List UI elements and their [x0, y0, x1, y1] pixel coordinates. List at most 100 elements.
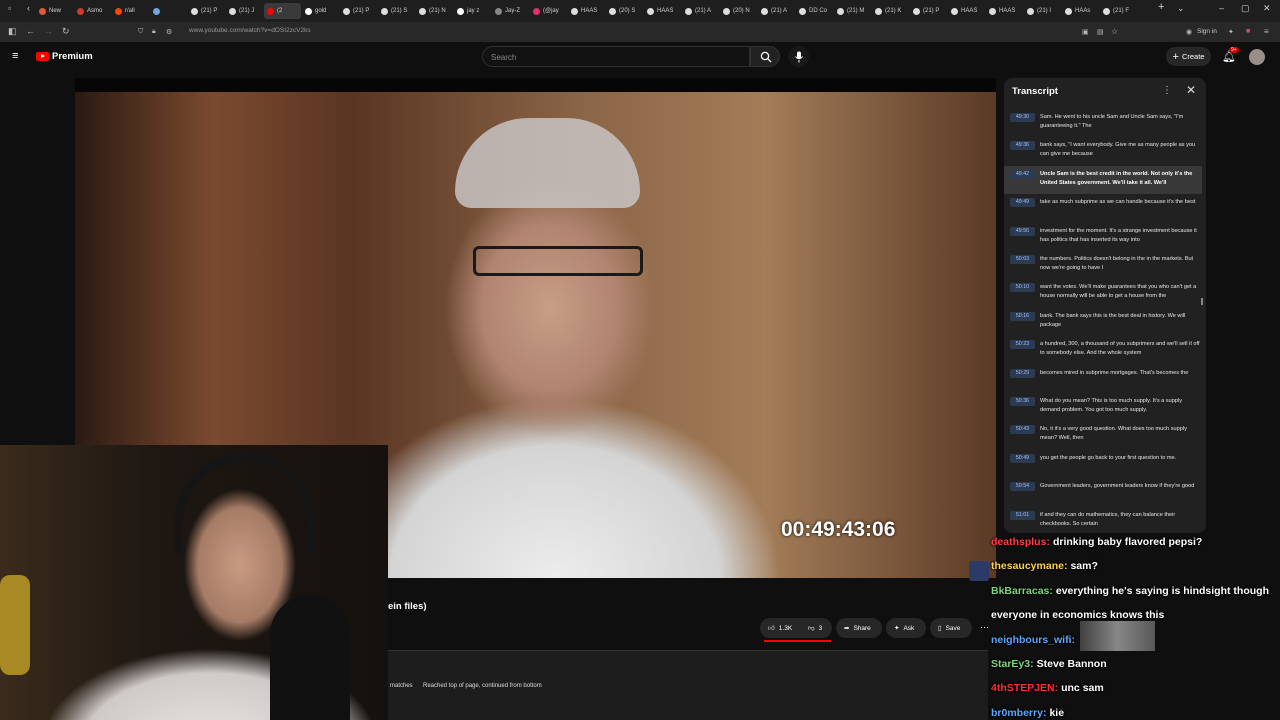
youtube-logo[interactable]: Premium [36, 51, 93, 62]
transcript-timestamp[interactable]: 50:49 [1010, 453, 1035, 463]
browser-tab[interactable]: DD Co [796, 3, 833, 19]
reload-icon[interactable]: ↻ [62, 26, 70, 37]
transcript-timestamp[interactable]: 49:42 [1010, 169, 1035, 179]
chat-username[interactable]: neighbours_wifi: [991, 634, 1075, 646]
transcript-timestamp[interactable]: 49:36 [1010, 141, 1035, 151]
transcript-segment[interactable]: 50:36 What do you mean? This is too much … [1004, 393, 1202, 421]
hamburger-menu-icon[interactable]: ≡ [12, 50, 18, 62]
sign-in-link[interactable]: Sign in [1197, 28, 1217, 35]
browser-tab[interactable]: (21) P [910, 3, 947, 19]
browser-tab[interactable]: (21) A [758, 3, 795, 19]
voice-search-button[interactable] [788, 46, 809, 67]
transcript-timestamp[interactable]: 50:54 [1010, 482, 1035, 492]
browser-tab[interactable]: HAAs [1062, 3, 1099, 19]
browser-tab[interactable]: New [36, 3, 73, 19]
transcript-segment[interactable]: 50:10 want the votes. We'll make guarante… [1004, 279, 1202, 307]
sidebar-toggle-icon[interactable]: ◧ [8, 26, 17, 37]
tab-back-icon[interactable]: ‹ [27, 3, 30, 13]
transcript-segment[interactable]: 49:56 investment for the moment. It's a s… [1004, 223, 1202, 251]
search-input[interactable]: Search [482, 46, 750, 67]
browser-tab[interactable]: (21) S [378, 3, 415, 19]
dislike-button[interactable]: 👎︎ 3 [800, 618, 832, 638]
browser-tab[interactable]: HAAS [644, 3, 681, 19]
reader-icon[interactable]: ▤ [1097, 28, 1104, 36]
transcript-timestamp[interactable]: 50:10 [1010, 283, 1035, 293]
transcript-timestamp[interactable]: 49:30 [1010, 113, 1035, 122]
transcript-timestamp[interactable]: 50:43 [1010, 425, 1035, 435]
browser-tab[interactable]: (21) N [416, 3, 453, 19]
browser-tab[interactable]: gold [302, 3, 339, 19]
transcript-segment[interactable]: 49:42 Uncle Sam is the best credit in the… [1004, 165, 1202, 194]
browser-tab[interactable]: (20) N [720, 3, 757, 19]
transcript-segment[interactable]: 50:54 Government leaders, government lead… [1004, 478, 1202, 506]
browser-tab[interactable]: (21) F [1100, 3, 1137, 19]
transcript-timestamp[interactable]: 50:29 [1010, 368, 1035, 378]
avatar[interactable] [1249, 49, 1265, 65]
tab-list-icon[interactable]: ⌄ [1177, 3, 1185, 14]
browser-tab[interactable]: (21) K [872, 3, 909, 19]
transcript-segment[interactable]: 51:01 if and they can do mathematics, the… [1004, 507, 1202, 533]
browser-tab[interactable]: (@jay [530, 3, 567, 19]
account-icon[interactable]: ◉ [1186, 28, 1192, 36]
browser-tab[interactable] [150, 3, 187, 19]
transcript-segment[interactable]: 49:49 take as much subprime as we can han… [1004, 194, 1202, 222]
save-button[interactable]: ▯ Save [930, 618, 972, 638]
chat-username[interactable]: 4thSTEPJEN: [991, 682, 1058, 694]
transcript-segment[interactable]: 50:49 you get the people go back to your … [1004, 450, 1202, 478]
browser-tab[interactable]: (21) P [340, 3, 377, 19]
search-button[interactable] [750, 46, 780, 67]
extension-icon[interactable]: ▣ [1082, 28, 1089, 36]
transcript-segment[interactable]: 50:29 becomes mired in subprime mortgages… [1004, 365, 1202, 393]
browser-menu-icon[interactable]: ≡ [1264, 27, 1269, 36]
chat-username[interactable]: deathsplus: [991, 536, 1050, 548]
transcript-timestamp[interactable]: 49:56 [1010, 226, 1035, 236]
transcript-timestamp[interactable]: 49:49 [1010, 198, 1035, 208]
browser-tab[interactable]: HAAS [568, 3, 605, 19]
lock-icon[interactable]: 🔒︎ [152, 28, 156, 36]
close-icon[interactable]: ✕ [1186, 83, 1196, 97]
minimize-icon[interactable]: – [1219, 3, 1224, 13]
browser-tab[interactable]: r/all [112, 3, 149, 19]
browser-tab[interactable]: (2 [264, 3, 301, 19]
create-button[interactable]: + Create [1166, 47, 1211, 66]
chat-username[interactable]: BkBarracas: [991, 585, 1053, 597]
new-tab-icon[interactable]: + [1158, 1, 1164, 13]
transcript-timestamp[interactable]: 50:16 [1010, 311, 1035, 321]
transcript-timestamp[interactable]: 51:01 [1010, 510, 1035, 520]
browser-tab[interactable]: HAAS [986, 3, 1023, 19]
back-icon[interactable]: ← [26, 26, 35, 36]
browser-tab[interactable]: (21) A [682, 3, 719, 19]
transcript-timestamp[interactable]: 50:23 [1010, 340, 1035, 350]
shield-icon[interactable]: ⛉ [138, 28, 143, 36]
browser-tab[interactable]: (21) P [188, 3, 225, 19]
transcript-segment[interactable]: 50:43 No, it it's a very good question. W… [1004, 421, 1202, 449]
transcript-timestamp[interactable]: 50:36 [1010, 397, 1035, 406]
like-button[interactable]: 👍︎ 1.3K [760, 618, 800, 638]
site-settings-icon[interactable]: ⚙ [166, 28, 172, 36]
bookmark-star-icon[interactable]: ☆ [1111, 27, 1118, 36]
tab-menu-icon[interactable]: ▫ [8, 3, 11, 13]
url-field[interactable]: www.youtube.com/watch?v=dOSI2zcV2ks [189, 27, 311, 34]
extensions-puzzle-icon[interactable]: ✦ [1228, 28, 1234, 36]
browser-tab[interactable]: (21) M [834, 3, 871, 19]
transcript-segment[interactable]: 49:30 Sam. He went to his uncle Sam and U… [1004, 109, 1202, 137]
transcript-scrollbar[interactable] [1201, 298, 1203, 305]
close-window-icon[interactable]: ✕ [1263, 3, 1271, 14]
transcript-segment[interactable]: 50:23 a hundred, 300, a thousand of you s… [1004, 336, 1202, 364]
forward-icon[interactable]: → [44, 26, 53, 36]
browser-tab[interactable]: (20) S [606, 3, 643, 19]
ask-button[interactable]: ✦ Ask [886, 618, 926, 638]
transcript-timestamp[interactable]: 50:03 [1010, 255, 1035, 264]
browser-tab[interactable]: (21) I [1024, 3, 1061, 19]
transcript-segment[interactable]: 50:03 the numbers. Politics doesn't belon… [1004, 251, 1202, 279]
browser-tab[interactable]: Jay-Z [492, 3, 529, 19]
chat-username[interactable]: thesaucymane: [991, 560, 1067, 572]
more-vert-icon[interactable]: ⋮ [1162, 85, 1172, 96]
share-button[interactable]: ➦ Share [836, 618, 882, 638]
browser-tab[interactable]: (21) J [226, 3, 263, 19]
chat-username[interactable]: br0mberry: [991, 707, 1046, 719]
browser-tab[interactable]: jay z [454, 3, 491, 19]
transcript-segment[interactable]: 49:36 bank says, "I want everybody. Give … [1004, 137, 1202, 165]
transcript-segment[interactable]: 50:16 bank. The bank says this is the bes… [1004, 308, 1202, 336]
browser-tab[interactable]: Asmo [74, 3, 111, 19]
